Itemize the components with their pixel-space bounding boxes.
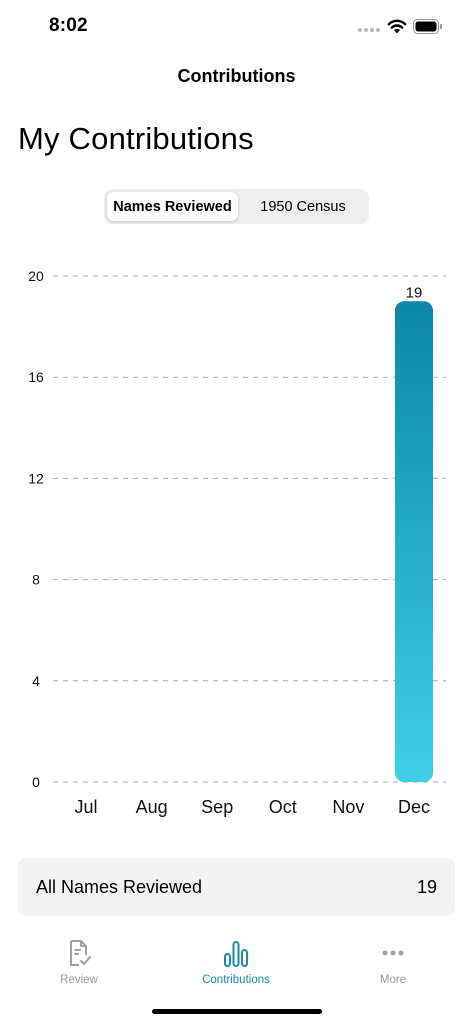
summary-label: All Names Reviewed	[36, 877, 203, 897]
battery-icon	[413, 19, 442, 34]
y-tick-label: 20	[28, 268, 44, 284]
summary-value: 19	[416, 877, 437, 897]
wifi-icon	[387, 19, 407, 34]
x-tick-label: Oct	[269, 797, 297, 817]
nav-title: Contributions	[177, 66, 296, 86]
segmented-control: Names Reviewed 1950 Census	[104, 189, 369, 224]
cellular-signal-icon	[358, 28, 380, 32]
review-document-icon	[70, 940, 91, 966]
y-tick-label: 0	[32, 774, 40, 790]
status-time: 8:02	[49, 15, 88, 36]
tab-more[interactable]: More	[333, 938, 453, 994]
x-tick-label: Aug	[136, 797, 168, 817]
segment-names-reviewed[interactable]: Names Reviewed	[107, 192, 238, 221]
segment-1950-census[interactable]: 1950 Census	[240, 192, 366, 221]
tab-contributions[interactable]: Contributions	[176, 938, 296, 994]
page-title: My Contributions	[18, 121, 254, 156]
more-dots-icon	[382, 950, 404, 956]
summary-card: All Names Reviewed 19	[18, 858, 455, 916]
x-tick-label: Jul	[74, 797, 97, 817]
x-tick-label: Sep	[201, 797, 233, 817]
tab-more-label: More	[379, 974, 407, 986]
x-tick-label: Nov	[332, 797, 364, 817]
tab-contributions-label: Contributions	[202, 974, 270, 986]
contributions-bar-chart: 0 4 8 12 16 20 Jul Aug Sep Oct Nov Dec 19	[28, 268, 446, 817]
y-tick-label: 16	[28, 369, 44, 385]
bar-chart-icon	[224, 941, 248, 967]
tab-review-label: Review	[60, 974, 98, 986]
y-tick-label: 4	[32, 673, 40, 689]
y-tick-label: 8	[32, 572, 40, 588]
tab-review[interactable]: Review	[19, 938, 139, 994]
home-indicator	[152, 1009, 322, 1014]
y-tick-label: 12	[28, 470, 44, 486]
bar	[395, 301, 433, 782]
data-label: 19	[406, 284, 423, 301]
status-bar: 8:02	[0, 0, 473, 54]
x-tick-label: Dec	[398, 797, 430, 817]
